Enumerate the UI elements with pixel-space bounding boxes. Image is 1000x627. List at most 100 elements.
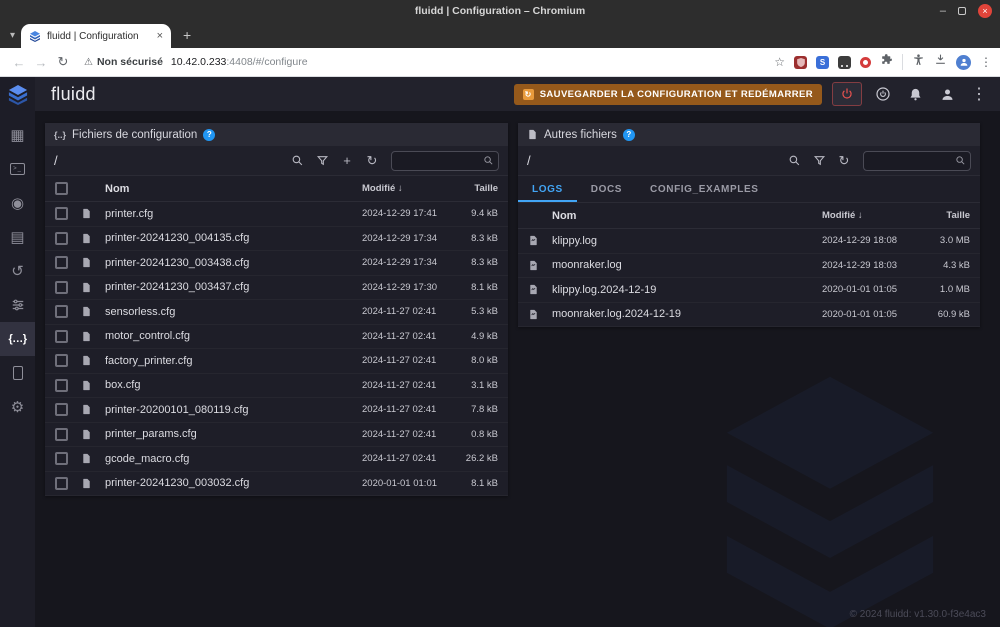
power-icon bbox=[842, 88, 852, 99]
config-file-row[interactable]: printer.cfg 2024-12-29 17:41 9.4 kB bbox=[45, 202, 508, 227]
address-bar[interactable]: 10.42.0.233:4408/#/configure bbox=[171, 56, 308, 68]
config-path[interactable]: / bbox=[54, 153, 283, 168]
extensions-puzzle-icon[interactable] bbox=[880, 53, 893, 71]
log-file-row[interactable]: moonraker.log.2024-12-19 2020-01-01 01:0… bbox=[518, 303, 980, 327]
extension-monkey-icon[interactable] bbox=[838, 55, 851, 69]
host-power-button[interactable] bbox=[872, 83, 894, 105]
column-name[interactable]: Nom bbox=[105, 183, 362, 195]
user-button[interactable] bbox=[936, 83, 958, 105]
row-checkbox[interactable] bbox=[55, 305, 68, 319]
config-file-row[interactable]: printer-20241230_004135.cfg 2024-12-29 1… bbox=[45, 227, 508, 251]
tab-logs[interactable]: LOGS bbox=[518, 176, 577, 202]
column-name[interactable]: Nom bbox=[552, 210, 822, 222]
config-file-row[interactable]: box.cfg 2024-11-27 02:41 3.1 kB bbox=[45, 374, 508, 398]
profile-avatar[interactable] bbox=[956, 54, 971, 70]
sidebar-item-configure[interactable]: {…} bbox=[0, 322, 35, 356]
add-file-icon[interactable]: + bbox=[336, 150, 358, 172]
row-checkbox[interactable] bbox=[55, 452, 68, 466]
row-checkbox[interactable] bbox=[55, 427, 68, 441]
other-panel-header: Autres fichiers ? bbox=[518, 123, 980, 146]
file-modified: 2024-12-29 17:34 bbox=[362, 257, 438, 269]
config-file-row[interactable]: factory_printer.cfg 2024-11-27 02:41 8.0… bbox=[45, 349, 508, 374]
row-checkbox[interactable] bbox=[55, 476, 68, 490]
refresh-icon[interactable]: ↻ bbox=[361, 150, 383, 172]
sidebar-item-history[interactable]: ↺ bbox=[0, 254, 35, 288]
new-tab-button[interactable]: + bbox=[183, 27, 191, 43]
row-checkbox[interactable] bbox=[55, 354, 68, 368]
tab-docs[interactable]: DOCS bbox=[577, 176, 636, 202]
row-checkbox[interactable] bbox=[55, 231, 68, 245]
downloads-icon[interactable] bbox=[934, 53, 947, 71]
config-file-row[interactable]: printer_params.cfg 2024-11-27 02:41 0.8 … bbox=[45, 423, 508, 447]
config-file-row[interactable]: printer-20241230_003032.cfg 2020-01-01 0… bbox=[45, 472, 508, 496]
fluidd-logo[interactable] bbox=[7, 85, 29, 110]
config-file-row[interactable]: gcode_macro.cfg 2024-11-27 02:41 26.2 kB bbox=[45, 447, 508, 472]
row-checkbox[interactable] bbox=[55, 280, 68, 294]
row-checkbox[interactable] bbox=[55, 207, 68, 221]
extension-record-icon[interactable] bbox=[860, 56, 871, 68]
dashboard-icon: ▦ bbox=[10, 127, 25, 144]
save-restart-icon: ↻ bbox=[522, 88, 534, 100]
back-icon[interactable]: ← bbox=[8, 55, 30, 70]
save-config-restart-button[interactable]: ↻ SAUVEGARDER LA CONFIGURATION ET REDÉMA… bbox=[513, 83, 822, 105]
search-icon[interactable] bbox=[286, 150, 308, 172]
file-modified: 2024-11-27 02:41 bbox=[362, 404, 437, 416]
select-all-checkbox[interactable] bbox=[55, 182, 68, 195]
config-file-row[interactable]: printer-20200101_080119.cfg 2024-11-27 0… bbox=[45, 398, 508, 423]
column-size[interactable]: Taille bbox=[450, 183, 498, 194]
sidebar-item-system[interactable] bbox=[0, 356, 35, 390]
sidebar-item-tune[interactable] bbox=[0, 288, 35, 322]
browser-tab[interactable]: fluidd | Configuration × bbox=[21, 24, 172, 48]
tab-search-icon[interactable]: ▾ bbox=[10, 30, 15, 41]
emergency-stop-button[interactable] bbox=[832, 82, 862, 106]
reload-icon[interactable]: ↻ bbox=[52, 54, 74, 70]
sidebar-item-jobs[interactable]: ▤ bbox=[0, 220, 35, 254]
maximize-button[interactable] bbox=[958, 7, 966, 15]
filter-icon[interactable] bbox=[808, 150, 830, 172]
extension-shield-icon[interactable] bbox=[794, 55, 807, 69]
search-icon[interactable] bbox=[783, 150, 805, 172]
row-checkbox[interactable] bbox=[55, 378, 68, 392]
row-checkbox[interactable] bbox=[55, 256, 68, 270]
file-size: 4.9 kB bbox=[471, 330, 498, 342]
column-size[interactable]: Taille bbox=[922, 210, 970, 221]
close-button[interactable]: × bbox=[978, 4, 992, 18]
config-search-input[interactable] bbox=[398, 155, 483, 166]
config-file-row[interactable]: motor_control.cfg 2024-11-27 02:41 4.9 k… bbox=[45, 325, 508, 349]
other-search-input[interactable] bbox=[870, 155, 955, 166]
refresh-icon[interactable]: ↻ bbox=[833, 150, 855, 172]
sidebar-item-settings[interactable]: ⚙ bbox=[0, 390, 35, 424]
tab-close-icon[interactable]: × bbox=[157, 30, 163, 42]
log-file-row[interactable]: klippy.log.2024-12-19 2020-01-01 01:05 1… bbox=[518, 278, 980, 303]
file-icon bbox=[83, 454, 90, 464]
config-file-row[interactable]: printer-20241230_003437.cfg 2024-12-29 1… bbox=[45, 276, 508, 300]
sidebar-item-camera[interactable]: ◉ bbox=[0, 186, 35, 220]
file-icon bbox=[83, 233, 90, 243]
extension-s-icon[interactable]: S bbox=[816, 55, 829, 69]
forward-icon[interactable]: → bbox=[30, 55, 52, 70]
log-file-row[interactable]: klippy.log 2024-12-29 18:08 3.0 MB bbox=[518, 229, 980, 254]
config-file-row[interactable]: printer-20241230_003438.cfg 2024-12-29 1… bbox=[45, 251, 508, 276]
row-checkbox[interactable] bbox=[55, 403, 68, 417]
sidebar-item-console[interactable]: >_ bbox=[0, 152, 35, 186]
bookmark-star-icon[interactable]: ☆ bbox=[774, 55, 785, 69]
minimize-button[interactable]: – bbox=[940, 6, 946, 17]
browser-menu-kebab-icon[interactable]: ⋮ bbox=[980, 55, 992, 69]
file-name: sensorless.cfg bbox=[105, 305, 176, 318]
notifications-button[interactable] bbox=[904, 83, 926, 105]
log-file-row[interactable]: moonraker.log 2024-12-29 18:03 4.3 kB bbox=[518, 254, 980, 278]
accessibility-icon[interactable] bbox=[912, 53, 925, 71]
help-icon[interactable]: ? bbox=[203, 128, 216, 141]
security-chip[interactable]: ⚠ Non sécurisé bbox=[84, 56, 163, 68]
row-checkbox[interactable] bbox=[55, 329, 68, 343]
filter-icon[interactable] bbox=[311, 150, 333, 172]
app-menu-kebab-icon[interactable]: ⋮ bbox=[968, 83, 990, 105]
config-file-row[interactable]: sensorless.cfg 2024-11-27 02:41 5.3 kB bbox=[45, 300, 508, 325]
config-files-panel: {..} Fichiers de configuration ? / + ↻ N… bbox=[45, 123, 508, 496]
other-path[interactable]: / bbox=[527, 153, 780, 168]
help-icon[interactable]: ? bbox=[622, 128, 635, 141]
column-modified[interactable]: Modifié ↓ bbox=[822, 210, 922, 221]
tab-config-examples[interactable]: CONFIG_EXAMPLES bbox=[636, 176, 772, 202]
column-modified[interactable]: Modifié ↓ bbox=[362, 183, 450, 194]
sidebar-item-dashboard[interactable]: ▦ bbox=[0, 118, 35, 152]
